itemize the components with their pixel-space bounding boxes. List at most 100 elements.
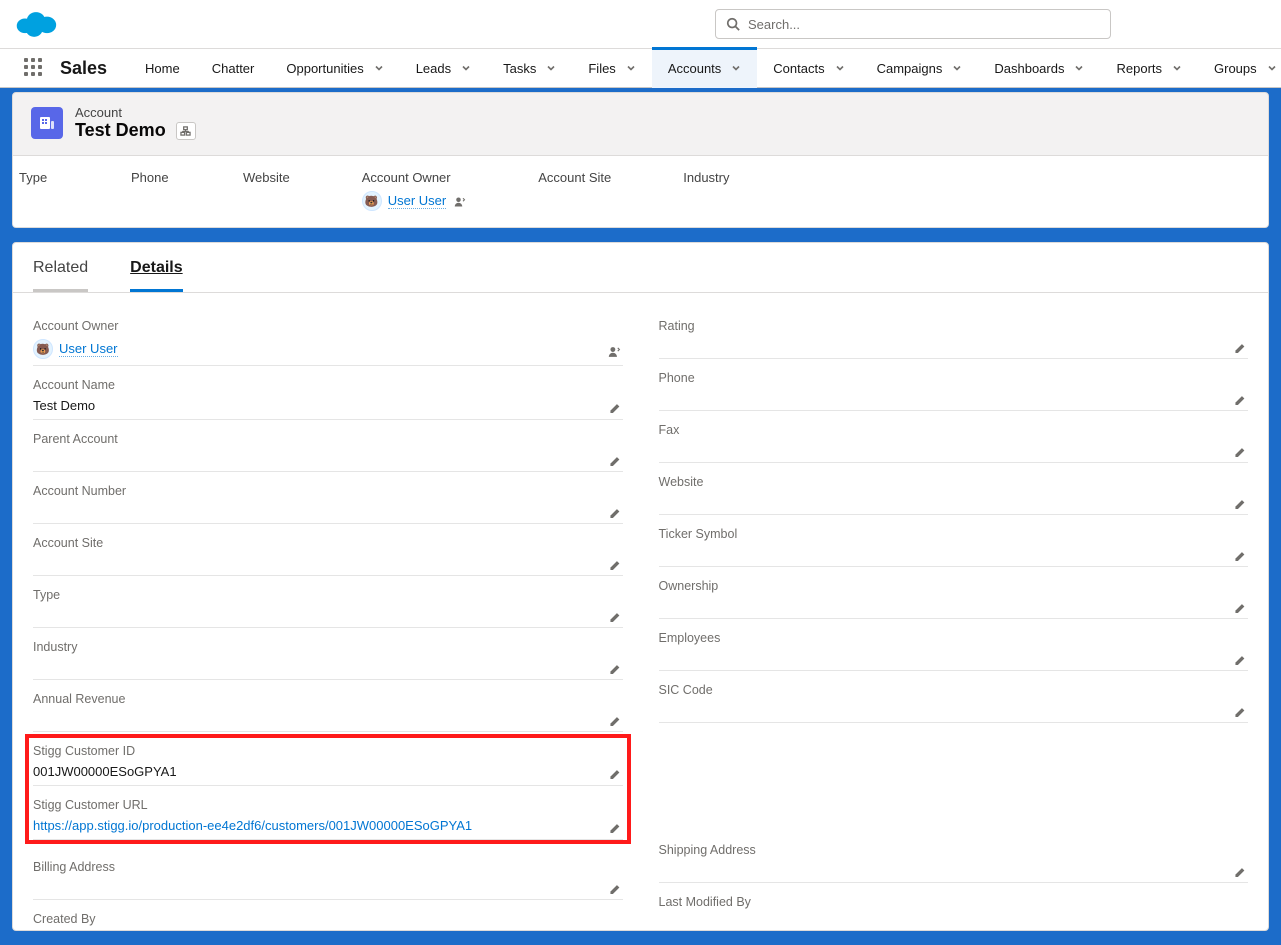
field-account-name: Account Name Test Demo bbox=[33, 374, 623, 420]
field-type: Type bbox=[33, 584, 623, 628]
app-nav-bar: Sales HomeChatterOpportunitiesLeadsTasks… bbox=[0, 48, 1281, 88]
field-parent-account: Parent Account bbox=[33, 428, 623, 472]
edit-icon[interactable] bbox=[608, 661, 621, 676]
edit-icon[interactable] bbox=[1233, 444, 1246, 459]
edit-icon[interactable] bbox=[1233, 548, 1246, 563]
edit-icon[interactable] bbox=[1233, 652, 1246, 667]
hf-owner: Account Owner 🐻 User User bbox=[362, 170, 467, 211]
field-rating: Rating bbox=[659, 315, 1249, 359]
tab-related[interactable]: Related bbox=[33, 259, 88, 292]
field-account-site: Account Site bbox=[33, 532, 623, 576]
stigg-highlight: Stigg Customer ID 001JW00000ESoGPYA1 Sti… bbox=[25, 734, 631, 844]
edit-icon[interactable] bbox=[608, 881, 621, 896]
global-search[interactable] bbox=[715, 9, 1111, 39]
edit-icon[interactable] bbox=[608, 766, 621, 781]
field-ownership: Ownership bbox=[659, 575, 1249, 619]
nav-item-label: Accounts bbox=[668, 61, 721, 76]
nav-item-files[interactable]: Files bbox=[572, 48, 651, 88]
chevron-down-icon[interactable] bbox=[835, 63, 845, 73]
field-fax: Fax bbox=[659, 419, 1249, 463]
field-stigg-customer-id: Stigg Customer ID 001JW00000ESoGPYA1 bbox=[33, 740, 623, 786]
nav-item-opportunities[interactable]: Opportunities bbox=[270, 48, 399, 88]
nav-item-label: Leads bbox=[416, 61, 451, 76]
account-icon bbox=[31, 107, 63, 139]
nav-item-label: Groups bbox=[1214, 61, 1257, 76]
owner-link[interactable]: User User bbox=[59, 341, 118, 357]
nav-item-campaigns[interactable]: Campaigns bbox=[861, 48, 979, 88]
nav-item-label: Opportunities bbox=[286, 61, 363, 76]
chevron-down-icon[interactable] bbox=[1267, 63, 1277, 73]
field-annual-revenue: Annual Revenue bbox=[33, 688, 623, 732]
hf-site: Account Site bbox=[538, 170, 611, 211]
nav-item-dashboards[interactable]: Dashboards bbox=[978, 48, 1100, 88]
field-employees: Employees bbox=[659, 627, 1249, 671]
owner-avatar: 🐻 bbox=[362, 191, 382, 211]
edit-icon[interactable] bbox=[608, 505, 621, 520]
field-industry: Industry bbox=[33, 636, 623, 680]
nav-item-contacts[interactable]: Contacts bbox=[757, 48, 860, 88]
chevron-down-icon[interactable] bbox=[731, 63, 741, 73]
change-owner-icon[interactable] bbox=[608, 343, 621, 358]
edit-icon[interactable] bbox=[608, 557, 621, 572]
record-name: Test Demo bbox=[75, 120, 166, 141]
field-last-modified-by: Last Modified By bbox=[659, 891, 1249, 913]
field-website: Website bbox=[659, 471, 1249, 515]
chevron-down-icon[interactable] bbox=[1074, 63, 1084, 73]
nav-item-label: Contacts bbox=[773, 61, 824, 76]
chevron-down-icon[interactable] bbox=[461, 63, 471, 73]
nav-item-label: Reports bbox=[1116, 61, 1162, 76]
nav-item-home[interactable]: Home bbox=[129, 48, 196, 88]
edit-icon[interactable] bbox=[1233, 496, 1246, 511]
chevron-down-icon[interactable] bbox=[952, 63, 962, 73]
change-owner-icon[interactable] bbox=[454, 194, 466, 209]
nav-item-tasks[interactable]: Tasks bbox=[487, 48, 572, 88]
nav-item-label: Dashboards bbox=[994, 61, 1064, 76]
edit-icon[interactable] bbox=[1233, 704, 1246, 719]
field-created-by: Created By bbox=[33, 908, 623, 930]
nav-item-label: Tasks bbox=[503, 61, 536, 76]
field-phone: Phone bbox=[659, 367, 1249, 411]
edit-icon[interactable] bbox=[608, 400, 621, 415]
nav-item-label: Home bbox=[145, 61, 180, 76]
edit-icon[interactable] bbox=[1233, 340, 1246, 355]
search-input[interactable] bbox=[748, 17, 1100, 32]
nav-item-label: Campaigns bbox=[877, 61, 943, 76]
edit-icon[interactable] bbox=[608, 453, 621, 468]
owner-avatar: 🐻 bbox=[33, 339, 53, 359]
nav-item-label: Files bbox=[588, 61, 615, 76]
field-stigg-customer-url: Stigg Customer URL https://app.stigg.io/… bbox=[33, 794, 623, 840]
edit-icon[interactable] bbox=[608, 609, 621, 624]
nav-item-accounts[interactable]: Accounts bbox=[652, 48, 757, 88]
chevron-down-icon[interactable] bbox=[374, 63, 384, 73]
hierarchy-icon bbox=[180, 126, 191, 136]
edit-icon[interactable] bbox=[608, 713, 621, 728]
app-launcher-icon[interactable] bbox=[24, 58, 42, 78]
hf-website: Website bbox=[243, 170, 290, 211]
field-ticker: Ticker Symbol bbox=[659, 523, 1249, 567]
field-account-number: Account Number bbox=[33, 480, 623, 524]
stigg-url-link[interactable]: https://app.stigg.io/production-ee4e2df6… bbox=[33, 818, 472, 833]
edit-icon[interactable] bbox=[608, 820, 621, 835]
hierarchy-button[interactable] bbox=[176, 122, 196, 140]
hf-industry: Industry bbox=[683, 170, 729, 211]
hf-phone: Phone bbox=[131, 170, 171, 211]
field-sic: SIC Code bbox=[659, 679, 1249, 723]
edit-icon[interactable] bbox=[1233, 864, 1246, 879]
nav-item-reports[interactable]: Reports bbox=[1100, 48, 1198, 88]
chevron-down-icon[interactable] bbox=[1172, 63, 1182, 73]
edit-icon[interactable] bbox=[1233, 600, 1246, 615]
nav-item-chatter[interactable]: Chatter bbox=[196, 48, 271, 88]
edit-icon[interactable] bbox=[1233, 392, 1246, 407]
nav-item-leads[interactable]: Leads bbox=[400, 48, 487, 88]
details-left-column: Account Owner 🐻 User User Account Name T… bbox=[33, 315, 623, 930]
nav-item-groups[interactable]: Groups bbox=[1198, 48, 1281, 88]
owner-link[interactable]: User User bbox=[388, 193, 447, 209]
hf-type: Type bbox=[19, 170, 59, 211]
salesforce-logo bbox=[14, 9, 58, 39]
field-shipping-address: Shipping Address bbox=[659, 839, 1249, 883]
field-billing-address: Billing Address bbox=[33, 856, 623, 900]
chevron-down-icon[interactable] bbox=[546, 63, 556, 73]
global-header bbox=[0, 0, 1281, 48]
tab-details[interactable]: Details bbox=[130, 259, 182, 292]
chevron-down-icon[interactable] bbox=[626, 63, 636, 73]
